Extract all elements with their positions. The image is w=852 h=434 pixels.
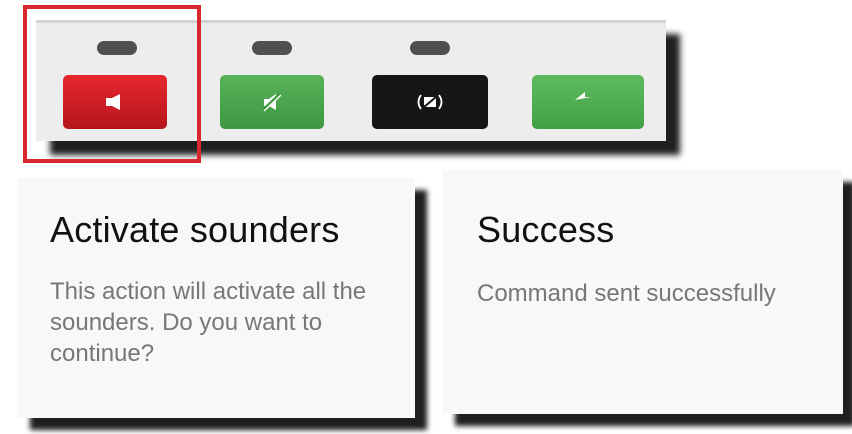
- dialog-title: Success: [477, 209, 615, 250]
- status-led: [97, 41, 137, 55]
- control-panel: [36, 20, 666, 141]
- status-led: [252, 41, 292, 55]
- success-dialog: Success Command sent successfully: [443, 170, 843, 414]
- dialog-title: Activate sounders: [50, 209, 340, 250]
- silence-sounders-button[interactable]: [372, 75, 488, 129]
- back-arrow-icon: [575, 92, 591, 100]
- status-led: [410, 41, 450, 55]
- activate-sounders-button[interactable]: [63, 75, 167, 129]
- sounder-on-icon: [106, 94, 120, 110]
- screen: Activate sounders This action will activ…: [0, 0, 852, 434]
- sounder-mute-icon: [261, 92, 282, 112]
- back-button[interactable]: [532, 75, 644, 129]
- dialog-message: Command sent successfully: [477, 280, 776, 307]
- mute-sounders-button[interactable]: [220, 75, 324, 129]
- dialog-message: This action will activate all the sounde…: [50, 278, 367, 367]
- sounder-silence-icon: [417, 94, 443, 110]
- activate-sounders-dialog: Activate sounders This action will activ…: [18, 178, 415, 418]
